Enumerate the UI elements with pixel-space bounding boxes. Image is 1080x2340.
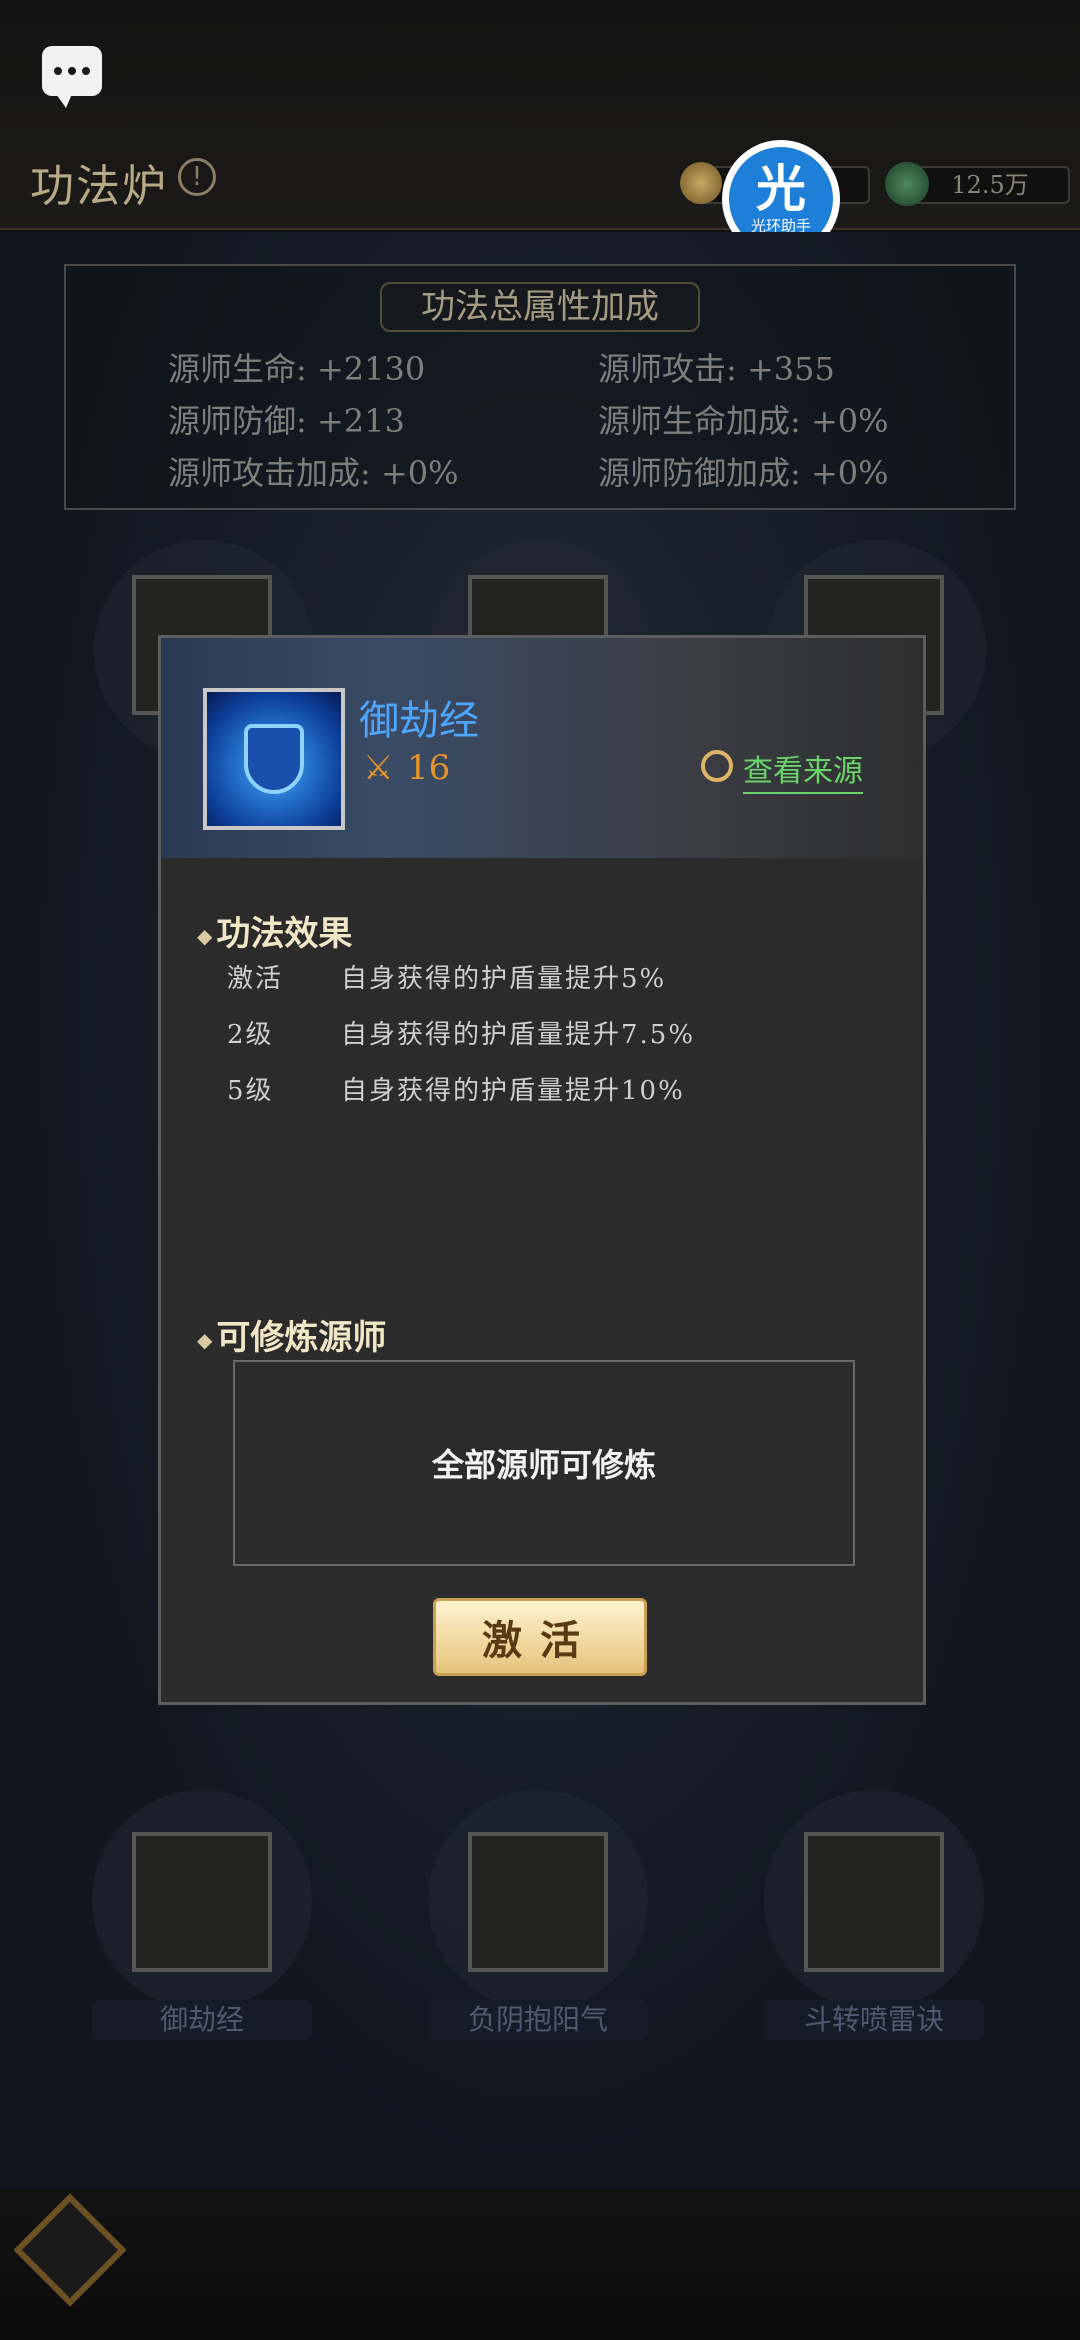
badge-char: 光	[756, 159, 806, 218]
magnifier-icon	[701, 750, 733, 782]
shield-icon	[203, 688, 345, 830]
effect-desc: 自身获得的护盾量提升10%	[341, 1076, 685, 1106]
trainable-section-title: 可修炼源师	[197, 1310, 386, 1359]
effect-desc: 自身获得的护盾量提升7.5%	[341, 1020, 696, 1050]
effect-level: 激活	[227, 964, 284, 994]
info-icon[interactable]: !	[178, 158, 216, 196]
effect-row: 5级 自身获得的护盾量提升10%	[227, 1070, 685, 1107]
trainable-list: 全部源师可修炼	[233, 1360, 855, 1566]
chat-icon[interactable]	[42, 46, 102, 108]
effect-desc: 自身获得的护盾量提升5%	[341, 964, 667, 994]
skill-level: 16	[407, 748, 451, 788]
effect-row: 2级 自身获得的护盾量提升7.5%	[227, 1014, 695, 1051]
activate-button[interactable]: 激活	[433, 1598, 647, 1676]
effect-row: 激活 自身获得的护盾量提升5%	[227, 958, 666, 995]
effect-level: 2级	[227, 1020, 274, 1050]
gem-icon	[885, 162, 929, 206]
page-title: 功法炉	[30, 161, 168, 212]
effects-section-title: 功法效果	[197, 906, 352, 955]
bottom-bar	[0, 2190, 1080, 2340]
view-source-link[interactable]: 查看来源	[743, 746, 863, 794]
coin-icon	[680, 162, 722, 204]
skill-name: 御劫经	[359, 698, 479, 744]
currency-2-box: 12.5万	[910, 166, 1070, 204]
skill-detail-modal: 御劫经 ⚔ 16 查看来源 功法效果 激活自身获得的护盾量提升5% 2级自身获得…	[158, 635, 926, 1705]
crossed-swords-icon: ⚔	[363, 748, 394, 788]
effect-level: 5级	[227, 1076, 274, 1106]
